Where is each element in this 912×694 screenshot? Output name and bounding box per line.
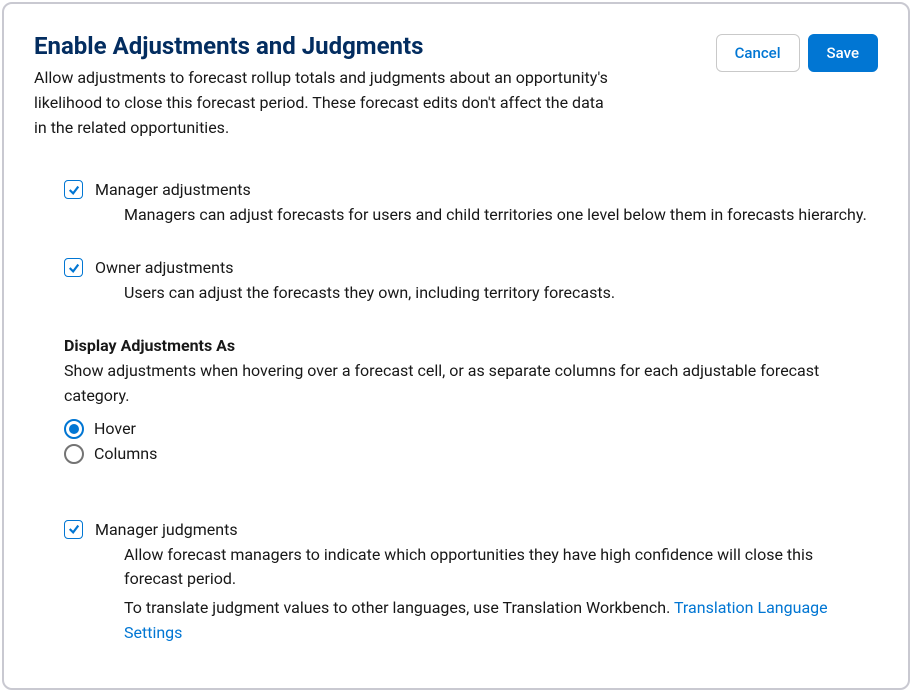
modal-header: Enable Adjustments and Judgments Allow a… [34, 32, 878, 140]
display-adjustments-desc: Show adjustments when hovering over a fo… [64, 359, 868, 409]
modal-content: Manager adjustments Managers can adjust … [34, 180, 878, 645]
cancel-button[interactable]: Cancel [716, 34, 800, 72]
manager-judgments-desc2-prefix: To translate judgment values to other la… [124, 598, 674, 617]
owner-adjustments-desc: Users can adjust the forecasts they own,… [124, 281, 868, 306]
save-button[interactable]: Save [808, 34, 878, 72]
radio-hover[interactable] [64, 419, 84, 439]
display-adjustments-section: Display Adjustments As Show adjustments … [64, 336, 868, 464]
radio-columns-row: Columns [64, 444, 868, 464]
radio-hover-row: Hover [64, 419, 868, 439]
enable-adjustments-modal: Enable Adjustments and Judgments Allow a… [2, 2, 910, 690]
manager-adjustments-checkbox[interactable] [64, 180, 83, 199]
manager-judgments-label: Manager judgments [95, 520, 238, 539]
radio-columns-label: Columns [94, 444, 157, 463]
display-adjustments-radio-group: Hover Columns [64, 419, 868, 464]
manager-judgments-checkbox[interactable] [64, 520, 83, 539]
owner-adjustments-option: Owner adjustments Users can adjust the f… [64, 258, 868, 306]
owner-adjustments-row: Owner adjustments [64, 258, 868, 277]
check-icon [68, 523, 80, 535]
manager-adjustments-desc: Managers can adjust forecasts for users … [124, 203, 868, 228]
check-icon [68, 184, 80, 196]
header-buttons: Cancel Save [716, 34, 878, 72]
modal-title: Enable Adjustments and Judgments [34, 32, 614, 60]
manager-adjustments-option: Manager adjustments Managers can adjust … [64, 180, 868, 228]
manager-judgments-option: Manager judgments Allow forecast manager… [64, 520, 868, 646]
owner-adjustments-label: Owner adjustments [95, 258, 233, 277]
owner-adjustments-checkbox[interactable] [64, 258, 83, 277]
manager-adjustments-label: Manager adjustments [95, 180, 251, 199]
radio-hover-label: Hover [94, 419, 136, 438]
radio-columns[interactable] [64, 444, 84, 464]
modal-subtitle: Allow adjustments to forecast rollup tot… [34, 66, 614, 140]
header-text-block: Enable Adjustments and Judgments Allow a… [34, 32, 614, 140]
manager-judgments-row: Manager judgments [64, 520, 868, 539]
manager-judgments-desc2: To translate judgment values to other la… [124, 596, 868, 646]
check-icon [68, 262, 80, 274]
manager-adjustments-row: Manager adjustments [64, 180, 868, 199]
display-adjustments-heading: Display Adjustments As [64, 336, 868, 355]
manager-judgments-desc: Allow forecast managers to indicate whic… [124, 543, 868, 593]
